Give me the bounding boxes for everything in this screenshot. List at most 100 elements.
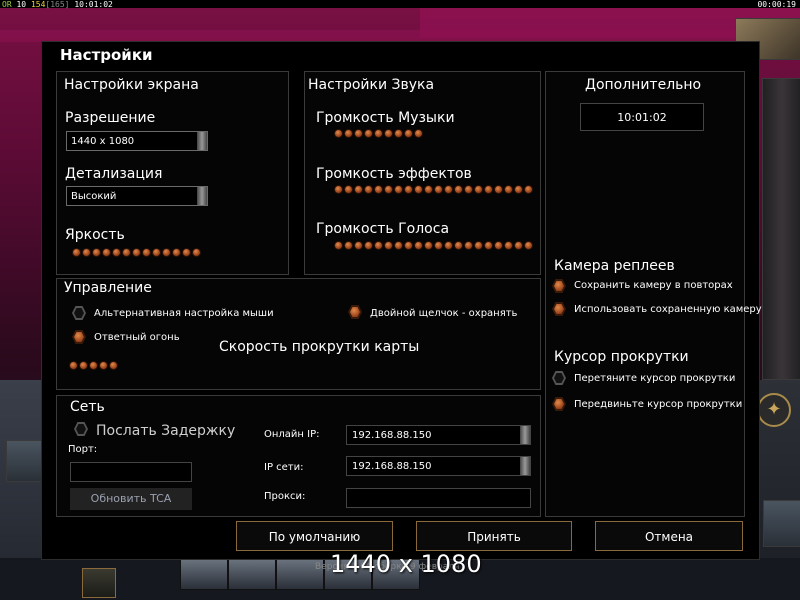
slider-pip [364,241,373,250]
slider-pip [514,185,523,194]
scroll-speed-label: Скорость прокрутки карты [219,339,420,355]
replay-camera-title: Камера реплеев [554,258,675,274]
port-input[interactable] [70,462,192,482]
slider-pip [122,248,131,257]
move-cursor-label[interactable]: Передвиньте курсор прокрутки [574,399,742,410]
resolution-select[interactable]: 1440 x 1080 [66,131,208,151]
slider-pip [384,241,393,250]
slider-pip [132,248,141,257]
accept-button[interactable]: Принять [416,521,572,551]
slider-pip [384,185,393,194]
send-delay-label[interactable]: Послать Задержку [96,423,235,439]
slider-pip [504,185,513,194]
use-saved-camera-label[interactable]: Использовать сохраненную камеру [574,304,762,315]
defaults-button[interactable]: По умолчанию [236,521,393,551]
return-fire-label[interactable]: Ответный огонь [94,332,180,343]
update-tca-button[interactable]: Обновить TCA [70,488,192,510]
slider-pip [182,248,191,257]
slider-pip [162,248,171,257]
slider-pip [414,129,423,138]
slider-pip [514,241,523,250]
brightness-label: Яркость [65,227,125,243]
effects-volume-slider[interactable] [334,185,533,195]
screen-settings-title: Настройки экрана [64,77,199,93]
slider-pip [414,185,423,194]
slider-pip [374,241,383,250]
resolution-overlay: 1440 x 1080 [330,550,482,578]
cancel-button[interactable]: Отмена [595,521,743,551]
lan-ip-input[interactable]: 192.168.88.150 [346,456,531,476]
slider-pip [354,241,363,250]
chevron-down-icon[interactable] [197,132,207,150]
slider-pip [484,241,493,250]
proxy-input[interactable] [346,488,531,508]
stat-a: 10 [16,0,27,9]
clock-display: 10:01:02 [580,103,704,131]
online-ip-label: Онлайн IP: [264,429,320,440]
detail-label: Детализация [65,166,163,182]
slider-pip [424,185,433,194]
command-shield-icon[interactable] [82,568,116,598]
bg-structure [762,78,800,380]
network-title: Сеть [70,399,105,415]
voice-volume-slider[interactable] [334,241,533,251]
slider-pip [102,248,111,257]
slider-pip [374,185,383,194]
detail-value: Высокий [71,191,117,202]
lan-ip-value: 192.168.88.150 [352,461,432,472]
slider-pip [494,241,503,250]
unit-thumbnail[interactable] [180,558,228,590]
slider-pip [334,241,343,250]
slider-pip [394,129,403,138]
bg-structure [6,440,42,482]
slider-pip [69,361,78,370]
slider-pip [142,248,151,257]
alt-mouse-label[interactable]: Альтернативная настройка мыши [94,308,274,319]
slider-pip [374,129,383,138]
slider-pip [484,185,493,194]
resolution-value: 1440 x 1080 [71,136,135,147]
slider-pip [334,185,343,194]
slider-pip [354,129,363,138]
unit-thumbnail[interactable] [228,558,276,590]
music-volume-slider[interactable] [334,129,423,139]
slider-pip [394,185,403,194]
sound-settings-title: Настройки Звука [308,77,435,93]
scroll-speed-slider[interactable] [69,361,118,371]
proxy-label: Прокси: [264,491,306,502]
chevron-down-icon[interactable] [520,426,530,444]
double-click-label[interactable]: Двойной щелчок - охранять [370,308,517,319]
slider-pip [82,248,91,257]
slider-pip [464,241,473,250]
slider-pip [454,185,463,194]
drag-cursor-label[interactable]: Перетяните курсор прокрутки [574,373,735,384]
slider-pip [172,248,181,257]
slider-pip [99,361,108,370]
scroll-cursor-title: Курсор прокрутки [554,349,689,365]
stat-b: 154 [30,0,46,9]
stat-c: [165] [45,0,70,9]
slider-pip [364,129,373,138]
brightness-slider[interactable] [72,248,201,258]
slider-pip [414,241,423,250]
slider-pip [404,241,413,250]
resolution-label: Разрешение [65,110,156,126]
online-ip-value: 192.168.88.150 [352,430,432,441]
slider-pip [89,361,98,370]
port-label: Порт: [68,444,98,455]
slider-pip [524,185,533,194]
slider-pip [364,185,373,194]
save-camera-label[interactable]: Сохранить камеру в повторах [574,280,733,291]
detail-select[interactable]: Высокий [66,186,208,206]
compass-icon[interactable]: ✦ [757,393,791,427]
online-ip-input[interactable]: 192.168.88.150 [346,425,531,445]
chevron-down-icon[interactable] [197,187,207,205]
slider-pip [92,248,101,257]
slider-pip [384,129,393,138]
chevron-down-icon[interactable] [520,457,530,475]
slider-pip [112,248,121,257]
slider-pip [444,185,453,194]
slider-pip [424,241,433,250]
slider-pip [444,241,453,250]
slider-pip [354,185,363,194]
